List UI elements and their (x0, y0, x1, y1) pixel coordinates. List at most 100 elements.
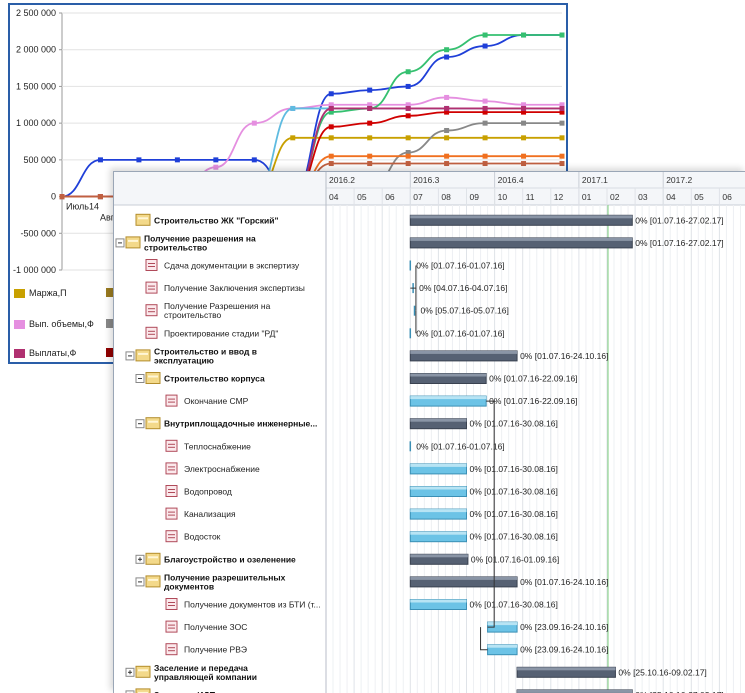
y-tick-label: 1 000 000 (16, 118, 56, 128)
month-label: 04 (329, 192, 339, 202)
legend-swatch (14, 319, 25, 329)
row-label: Получение Заключения экспертизы (164, 283, 305, 293)
series-point (521, 135, 527, 141)
series-point (367, 105, 373, 111)
month-label: 10 (498, 192, 508, 202)
series-point (559, 105, 565, 111)
bar-label: 0% [01.07.16-30.08.16] (470, 464, 558, 474)
task-icon (165, 462, 178, 475)
bar-label: 0% [01.07.16-27.02.17] (635, 215, 723, 225)
y-tick-label: -500 000 (20, 228, 56, 238)
series-point (482, 120, 488, 126)
bar-label: 0% [23.09.16-24.10.16] (520, 622, 608, 632)
folder-icon-line (148, 578, 158, 581)
bar-label: 0% [01.07.16-22.09.16] (489, 374, 577, 384)
folder-icon-line (138, 669, 148, 672)
series-point (136, 157, 142, 163)
row-label: Сдача документации в экспертизу (164, 261, 300, 271)
y-tick-label: 2 500 000 (16, 8, 56, 18)
task-icon (165, 439, 178, 452)
series-point (328, 124, 334, 130)
series-point (367, 135, 373, 141)
series-point (482, 161, 488, 167)
task-icon (165, 507, 178, 520)
task-icon (145, 326, 158, 339)
summary-bar-highlight (410, 350, 518, 354)
y-tick-label: 1 500 000 (16, 81, 56, 91)
series-point (405, 161, 411, 167)
task-bar-highlight (410, 599, 467, 603)
task-bar-highlight (410, 509, 467, 513)
series-point (367, 153, 373, 159)
series-point (213, 157, 219, 163)
row-label: Водопровод (184, 487, 232, 497)
series-point (213, 164, 219, 170)
series-point (405, 135, 411, 141)
month-label: 08 (441, 192, 451, 202)
legend-label: Маржа,П (29, 288, 67, 298)
bar-label: 0% [01.07.16-24.10.16] (520, 577, 608, 587)
summary-bar-highlight (517, 667, 616, 671)
legend-item-margin: Маржа,П (14, 288, 67, 298)
series-point (405, 69, 411, 75)
series-point (328, 105, 334, 111)
task-icon (145, 281, 158, 294)
row-label: документов (164, 581, 214, 591)
task-bar-highlight (487, 644, 518, 648)
year-label: 2016.4 (498, 175, 524, 185)
year-label: 2016.3 (413, 175, 439, 185)
bar-label: 0% [04.07.16-04.07.16] (419, 283, 507, 293)
y-tick-label: 0 (51, 192, 56, 202)
row-label: Получение документов из БТИ (т... (184, 600, 321, 610)
month-label: 06 (385, 192, 395, 202)
series-point (444, 135, 450, 141)
row-label: Электроснабжение (184, 464, 260, 474)
month-label: 09 (470, 192, 480, 202)
series-point (444, 94, 450, 100)
legend-item-payments: Выплаты,Ф (14, 348, 76, 358)
row-label: Благоустройство и озеленение (164, 554, 296, 564)
gantt-chart: 2016.2 2016.3 2016.4 2017.1 2017.2 04 05 06 07 08… (114, 172, 745, 693)
bar-label: 0% [23.09.16-24.10.16] (520, 645, 608, 655)
month-label: 12 (554, 192, 564, 202)
row-label: эксплуатацию (154, 355, 214, 365)
gantt-window: 2016.2 2016.3 2016.4 2017.1 2017.2 04 05 06 07 08… (113, 171, 745, 693)
row-label: Внутриплощадочные инженерные... (164, 419, 317, 429)
legend-swatch (14, 288, 25, 298)
folder-icon (135, 665, 151, 678)
series-point (482, 32, 488, 38)
series-point (444, 54, 450, 60)
folder-icon (125, 236, 141, 249)
series-point (559, 120, 565, 126)
series-point (97, 194, 103, 200)
summary-bar-highlight (410, 237, 633, 241)
row-label: Окончание СМР (184, 396, 249, 406)
task-icon (165, 394, 178, 407)
month-label: 01 (582, 192, 592, 202)
bar-label: 0% [01.07.16-01.07.16] (416, 441, 504, 451)
series-point (97, 157, 103, 163)
task-bar-highlight (487, 622, 518, 626)
summary-bar-highlight (410, 418, 467, 422)
series-point (521, 153, 527, 159)
series-point (444, 161, 450, 167)
summary-bar-highlight (410, 576, 518, 580)
legend-swatch (14, 348, 25, 358)
series-point (290, 105, 296, 111)
y-tick-label: 2 000 000 (16, 45, 56, 55)
series-point (328, 161, 334, 167)
month-label: 02 (610, 192, 620, 202)
folder-icon (145, 552, 161, 565)
summary-bar-highlight (410, 215, 633, 219)
task-icon (165, 485, 178, 497)
row-label: строительство (144, 242, 207, 252)
bar-label: 0% [01.07.16-01.07.16] (416, 261, 504, 271)
bar-label: 0% [01.07.16-30.08.16] (470, 509, 558, 519)
series-point (405, 113, 411, 119)
month-label: 06 (722, 192, 732, 202)
series-point (59, 194, 65, 200)
bar-label: 0% [01.07.16-24.10.16] (520, 351, 608, 361)
series-point (251, 157, 257, 163)
y-tick-label: -1 000 000 (13, 265, 56, 275)
series-point (444, 105, 450, 111)
